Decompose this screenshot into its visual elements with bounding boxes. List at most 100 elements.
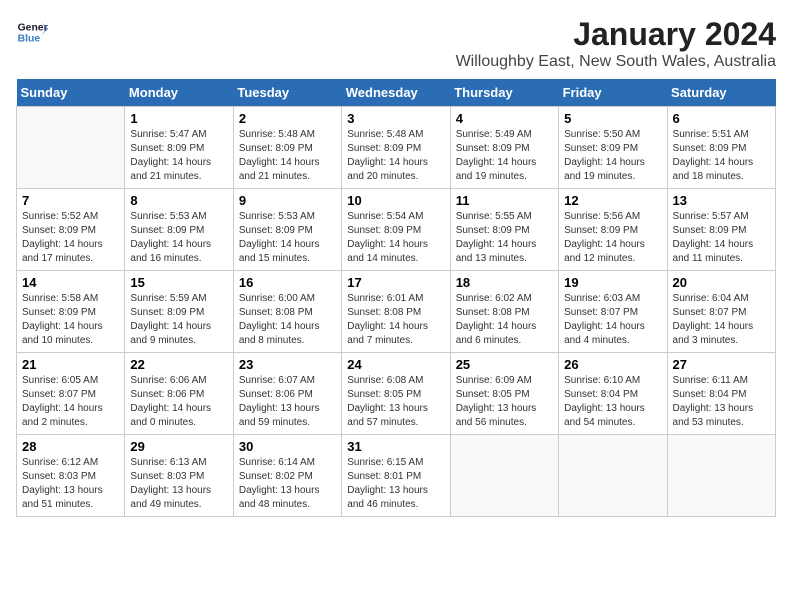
calendar-subtitle: Willoughby East, New South Wales, Austra… — [456, 53, 776, 71]
calendar-cell: 14 Sunrise: 5:58 AMSunset: 8:09 PMDayligh… — [17, 271, 125, 353]
day-info: Sunrise: 6:08 AMSunset: 8:05 PMDaylight:… — [347, 374, 444, 430]
calendar-cell: 4Sunrise: 5:49 AMSunset: 8:09 PMDaylight… — [450, 107, 558, 189]
calendar-cell: 19Sunrise: 6:03 AMSunset: 8:07 PMDayligh… — [559, 271, 667, 353]
day-info: Sunrise: 6:11 AMSunset: 8:04 PMDaylight:… — [673, 374, 770, 430]
day-number: 20 — [673, 275, 770, 290]
calendar-cell: 11Sunrise: 5:55 AMSunset: 8:09 PMDayligh… — [450, 189, 558, 271]
calendar-cell: 16 Sunrise: 6:00 AMSunset: 8:08 PMDayligh… — [233, 271, 341, 353]
day-number: 21 — [22, 357, 119, 372]
day-number: 31 — [347, 439, 444, 454]
day-number: 3 — [347, 111, 444, 126]
day-info: Sunrise: 6:10 AMSunset: 8:04 PMDaylight:… — [564, 374, 661, 430]
day-info: Sunrise: 6:09 AMSunset: 8:05 PMDaylight:… — [456, 374, 553, 430]
calendar-cell: 18Sunrise: 6:02 AMSunset: 8:08 PMDayligh… — [450, 271, 558, 353]
day-info: Sunrise: 5:48 AMSunset: 8:09 PMDaylight:… — [347, 128, 444, 184]
calendar-cell: 13Sunrise: 5:57 AMSunset: 8:09 PMDayligh… — [667, 189, 775, 271]
day-number: 10 — [347, 193, 444, 208]
calendar-cell: 24 Sunrise: 6:08 AMSunset: 8:05 PMDayligh… — [342, 353, 450, 435]
weekday-header-wednesday: Wednesday — [342, 79, 450, 107]
calendar-cell: 2Sunrise: 5:48 AMSunset: 8:09 PMDaylight… — [233, 107, 341, 189]
day-info: Sunrise: 6:07 AMSunset: 8:06 PMDaylight:… — [239, 374, 336, 430]
day-number: 1 — [130, 111, 227, 126]
day-number: 14 — [22, 275, 119, 290]
day-number: 26 — [564, 357, 661, 372]
day-info: Sunrise: 6:03 AMSunset: 8:07 PMDaylight:… — [564, 292, 661, 348]
weekday-header-saturday: Saturday — [667, 79, 775, 107]
calendar-cell — [667, 435, 775, 517]
calendar-cell: 1 Sunrise: 5:47 AMSunset: 8:09 PMDaylight… — [125, 107, 233, 189]
week-row-4: 21 Sunrise: 6:05 AMSunset: 8:07 PMDayligh… — [17, 353, 776, 435]
calendar-cell: 7Sunrise: 5:52 AMSunset: 8:09 PMDaylight… — [17, 189, 125, 271]
calendar-cell: 17 Sunrise: 6:01 AMSunset: 8:08 PMDayligh… — [342, 271, 450, 353]
calendar-table: SundayMondayTuesdayWednesdayThursdayFrid… — [16, 79, 776, 517]
day-info: Sunrise: 5:54 AMSunset: 8:09 PMDaylight:… — [347, 210, 444, 266]
day-info: Sunrise: 6:06 AMSunset: 8:06 PMDaylight:… — [130, 374, 227, 430]
calendar-cell: 10 Sunrise: 5:54 AMSunset: 8:09 PMDayligh… — [342, 189, 450, 271]
day-info: Sunrise: 5:53 AMSunset: 8:09 PMDaylight:… — [130, 210, 227, 266]
title-area: January 2024 Willoughby East, New South … — [456, 16, 776, 71]
weekday-header-tuesday: Tuesday — [233, 79, 341, 107]
day-number: 9 — [239, 193, 336, 208]
calendar-title: January 2024 — [456, 16, 776, 53]
day-info: Sunrise: 5:52 AMSunset: 8:09 PMDaylight:… — [22, 210, 119, 266]
weekday-header-monday: Monday — [125, 79, 233, 107]
calendar-cell: 12Sunrise: 5:56 AMSunset: 8:09 PMDayligh… — [559, 189, 667, 271]
week-row-3: 14 Sunrise: 5:58 AMSunset: 8:09 PMDayligh… — [17, 271, 776, 353]
svg-text:Blue: Blue — [18, 34, 41, 45]
day-info: Sunrise: 5:55 AMSunset: 8:09 PMDaylight:… — [456, 210, 553, 266]
calendar-cell: 27Sunrise: 6:11 AMSunset: 8:04 PMDayligh… — [667, 353, 775, 435]
day-info: Sunrise: 5:57 AMSunset: 8:09 PMDaylight:… — [673, 210, 770, 266]
day-number: 2 — [239, 111, 336, 126]
calendar-cell: 31 Sunrise: 6:15 AMSunset: 8:01 PMDayligh… — [342, 435, 450, 517]
week-row-2: 7Sunrise: 5:52 AMSunset: 8:09 PMDaylight… — [17, 189, 776, 271]
day-info: Sunrise: 5:51 AMSunset: 8:09 PMDaylight:… — [673, 128, 770, 184]
calendar-cell — [17, 107, 125, 189]
day-number: 17 — [347, 275, 444, 290]
weekday-header-friday: Friday — [559, 79, 667, 107]
logo-icon: General Blue — [16, 16, 48, 48]
day-info: Sunrise: 6:01 AMSunset: 8:08 PMDaylight:… — [347, 292, 444, 348]
day-number: 6 — [673, 111, 770, 126]
day-number: 29 — [130, 439, 227, 454]
day-number: 15 — [130, 275, 227, 290]
calendar-cell: 5 Sunrise: 5:50 AMSunset: 8:09 PMDaylight… — [559, 107, 667, 189]
calendar-cell: 21 Sunrise: 6:05 AMSunset: 8:07 PMDayligh… — [17, 353, 125, 435]
day-info: Sunrise: 6:15 AMSunset: 8:01 PMDaylight:… — [347, 456, 444, 512]
day-number: 24 — [347, 357, 444, 372]
calendar-cell — [450, 435, 558, 517]
day-info: Sunrise: 5:50 AMSunset: 8:09 PMDaylight:… — [564, 128, 661, 184]
day-info: Sunrise: 6:05 AMSunset: 8:07 PMDaylight:… — [22, 374, 119, 430]
calendar-cell: 28Sunrise: 6:12 AMSunset: 8:03 PMDayligh… — [17, 435, 125, 517]
day-info: Sunrise: 6:00 AMSunset: 8:08 PMDaylight:… — [239, 292, 336, 348]
calendar-cell: 6 Sunrise: 5:51 AMSunset: 8:09 PMDaylight… — [667, 107, 775, 189]
day-info: Sunrise: 6:04 AMSunset: 8:07 PMDaylight:… — [673, 292, 770, 348]
calendar-cell: 9Sunrise: 5:53 AMSunset: 8:09 PMDaylight… — [233, 189, 341, 271]
calendar-cell: 30 Sunrise: 6:14 AMSunset: 8:02 PMDayligh… — [233, 435, 341, 517]
day-number: 30 — [239, 439, 336, 454]
day-number: 8 — [130, 193, 227, 208]
calendar-cell: 29 Sunrise: 6:13 AMSunset: 8:03 PMDayligh… — [125, 435, 233, 517]
day-info: Sunrise: 5:56 AMSunset: 8:09 PMDaylight:… — [564, 210, 661, 266]
day-info: Sunrise: 6:14 AMSunset: 8:02 PMDaylight:… — [239, 456, 336, 512]
weekday-header-thursday: Thursday — [450, 79, 558, 107]
day-info: Sunrise: 6:13 AMSunset: 8:03 PMDaylight:… — [130, 456, 227, 512]
logo: General Blue — [16, 16, 48, 48]
day-number: 25 — [456, 357, 553, 372]
weekday-header-row: SundayMondayTuesdayWednesdayThursdayFrid… — [17, 79, 776, 107]
calendar-cell: 20 Sunrise: 6:04 AMSunset: 8:07 PMDayligh… — [667, 271, 775, 353]
day-info: Sunrise: 5:47 AMSunset: 8:09 PMDaylight:… — [130, 128, 227, 184]
calendar-cell: 23Sunrise: 6:07 AMSunset: 8:06 PMDayligh… — [233, 353, 341, 435]
day-info: Sunrise: 5:59 AMSunset: 8:09 PMDaylight:… — [130, 292, 227, 348]
calendar-cell: 3 Sunrise: 5:48 AMSunset: 8:09 PMDaylight… — [342, 107, 450, 189]
day-number: 5 — [564, 111, 661, 126]
day-number: 22 — [130, 357, 227, 372]
calendar-cell — [559, 435, 667, 517]
day-info: Sunrise: 5:58 AMSunset: 8:09 PMDaylight:… — [22, 292, 119, 348]
day-number: 28 — [22, 439, 119, 454]
day-number: 16 — [239, 275, 336, 290]
day-number: 18 — [456, 275, 553, 290]
weekday-header-sunday: Sunday — [17, 79, 125, 107]
page-header: General Blue January 2024 Willoughby Eas… — [16, 16, 776, 71]
calendar-cell: 25 Sunrise: 6:09 AMSunset: 8:05 PMDayligh… — [450, 353, 558, 435]
calendar-cell: 26 Sunrise: 6:10 AMSunset: 8:04 PMDayligh… — [559, 353, 667, 435]
